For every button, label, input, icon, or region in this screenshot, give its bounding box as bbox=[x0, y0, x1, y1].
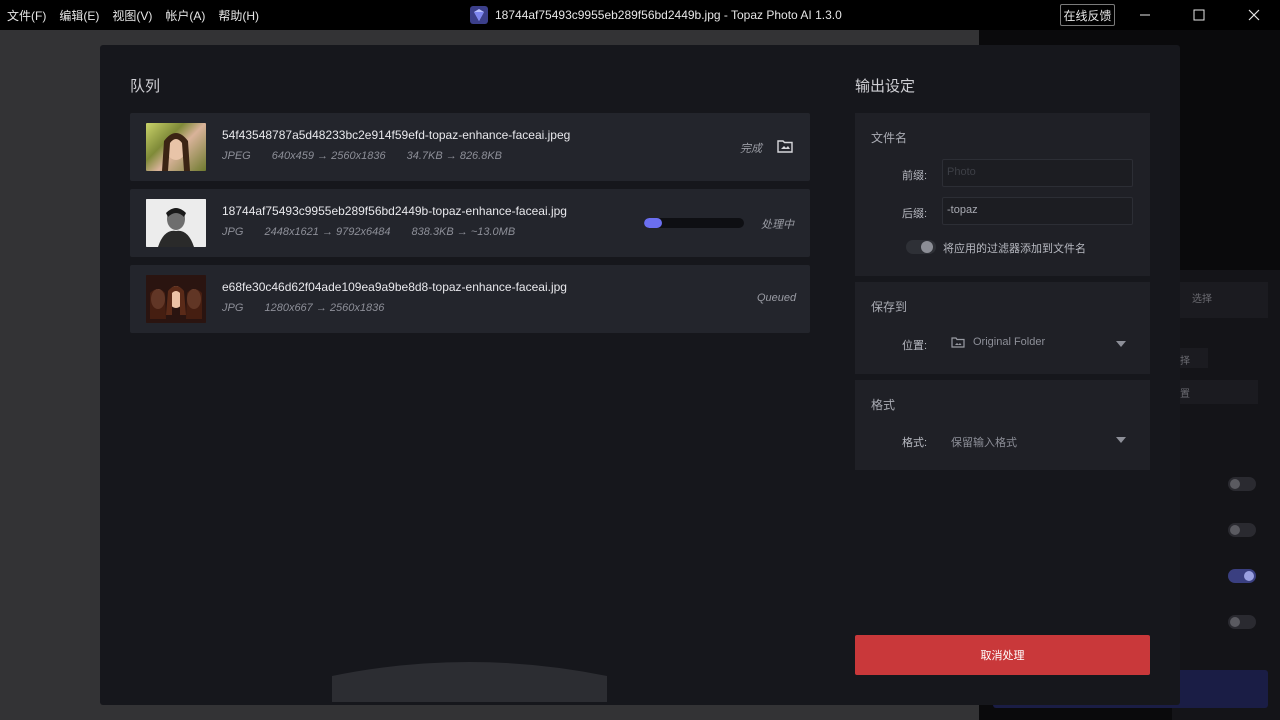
background-chip-2-label: 置 bbox=[1180, 389, 1190, 400]
queue-item: 18744af75493c9955eb289f56bd2449b-topaz-e… bbox=[130, 189, 810, 257]
portrait-thumbnail-3 bbox=[146, 275, 206, 323]
prefix-label: 前缀: bbox=[902, 170, 928, 182]
save-to-section-title: 保存到 bbox=[871, 300, 908, 314]
menu-edit[interactable]: 编辑(E) bbox=[59, 7, 99, 24]
queue-item-format: JPG bbox=[222, 226, 244, 238]
sidebar-panel-background bbox=[1172, 270, 1280, 720]
format-card: 格式 格式: 保留输入格式 bbox=[855, 380, 1150, 470]
background-toggle-1 bbox=[1228, 477, 1256, 491]
background-toggle-4 bbox=[1228, 615, 1256, 629]
queue-item-format: JPEG bbox=[222, 150, 251, 162]
background-select-row: 选择 bbox=[1172, 282, 1268, 318]
minimize-button[interactable] bbox=[1122, 0, 1168, 30]
folder-icon bbox=[951, 337, 965, 348]
progress-bar-fill bbox=[644, 218, 662, 228]
cancel-processing-button[interactable]: 取消处理 bbox=[855, 635, 1150, 675]
minimize-icon bbox=[1140, 14, 1150, 16]
queue-item-status: Queued bbox=[757, 292, 797, 304]
queue-item-filename: 54f43548787a5d48233bc2e914f59efd-topaz-e… bbox=[222, 128, 571, 142]
menu-help[interactable]: 帮助(H) bbox=[218, 7, 259, 24]
export-queue-dialog: 队列 54f43548787a5d48233bc2e914f59efd-topa… bbox=[100, 45, 1180, 705]
progress-bar bbox=[644, 218, 744, 228]
queue-item-dimensions: 640x459 → 2560x1836 bbox=[271, 150, 386, 162]
queue-item-size: 838.3KB → ~13.0MB bbox=[411, 226, 516, 238]
location-select[interactable]: Original Folder bbox=[951, 335, 1131, 349]
menu-view[interactable]: 视图(V) bbox=[112, 7, 152, 24]
queue-item-filename: e68fe30c46d62f04ade109ea9a9be8d8-topaz-e… bbox=[222, 280, 567, 294]
menu-account[interactable]: 帐户(A) bbox=[165, 7, 205, 24]
feedback-button[interactable]: 在线反馈 bbox=[1060, 4, 1115, 26]
queue-item-filename: 18744af75493c9955eb289f56bd2449b-topaz-e… bbox=[222, 204, 567, 218]
close-icon bbox=[1248, 9, 1260, 21]
filename-section-title: 文件名 bbox=[871, 131, 908, 145]
decorative-arc bbox=[332, 662, 607, 702]
queue-item-meta: JPEG 640x459 → 2560x1836 34.7KB → 826.8K… bbox=[222, 150, 520, 162]
menu-file[interactable]: 文件(F) bbox=[7, 7, 46, 24]
background-select-label: 选择 bbox=[1192, 294, 1212, 305]
format-label: 格式: bbox=[902, 437, 928, 449]
close-window-button[interactable] bbox=[1231, 0, 1277, 30]
format-value: 保留输入格式 bbox=[951, 437, 1017, 449]
queue-item-meta: JPG 2448x1621 → 9792x6484 838.3KB → ~13.… bbox=[222, 226, 533, 238]
background-chip-2: 置 bbox=[1172, 380, 1258, 404]
app-logo-icon bbox=[470, 6, 488, 24]
filename-card: 文件名 前缀: Photo 后缀: -topaz 将应用的过滤器添加到文件名 bbox=[855, 113, 1150, 276]
toggle-knob bbox=[921, 241, 933, 253]
portrait-thumbnail-1 bbox=[162, 133, 190, 171]
open-folder-icon[interactable] bbox=[776, 137, 794, 155]
menu-bar: 文件(F) 编辑(E) 视图(V) 帐户(A) 帮助(H) bbox=[0, 7, 272, 24]
thumbnail-image bbox=[146, 199, 206, 247]
queue-item: 54f43548787a5d48233bc2e914f59efd-topaz-e… bbox=[130, 113, 810, 181]
background-toggle-2 bbox=[1228, 523, 1256, 537]
location-label: 位置: bbox=[902, 340, 928, 352]
queue-item-status: 处理中 bbox=[761, 219, 794, 231]
queue-title: 队列 bbox=[130, 78, 161, 95]
queue-item-meta: JPG 1280x667 → 2560x1836 bbox=[222, 302, 402, 314]
queue-item-format: JPG bbox=[222, 302, 244, 314]
prefix-input[interactable]: Photo bbox=[942, 159, 1133, 187]
queue-item-dimensions: 1280x667 → 2560x1836 bbox=[264, 302, 385, 314]
window-title: 18744af75493c9955eb289f56bd2449b.jpg - T… bbox=[495, 8, 842, 22]
suffix-input[interactable]: -topaz bbox=[942, 197, 1133, 225]
title-bar: 文件(F) 编辑(E) 视图(V) 帐户(A) 帮助(H) 18744af754… bbox=[0, 0, 1280, 30]
thumbnail-image bbox=[146, 275, 206, 323]
queue-item-status: 完成 bbox=[740, 143, 762, 155]
add-filters-to-filename-toggle[interactable] bbox=[906, 240, 936, 254]
portrait-thumbnail-2 bbox=[146, 199, 206, 247]
maximize-icon bbox=[1193, 9, 1205, 21]
save-to-card: 保存到 位置: Original Folder bbox=[855, 282, 1150, 374]
window-title-group: 18744af75493c9955eb289f56bd2449b.jpg - T… bbox=[470, 0, 842, 30]
maximize-button[interactable] bbox=[1176, 0, 1222, 30]
add-filters-to-filename-label: 将应用的过滤器添加到文件名 bbox=[943, 243, 1086, 255]
location-value: Original Folder bbox=[973, 336, 1046, 348]
queue-item-dimensions: 2448x1621 → 9792x6484 bbox=[264, 226, 391, 238]
thumbnail-image bbox=[146, 123, 206, 171]
suffix-label: 后缀: bbox=[902, 208, 928, 220]
background-chip-1-label: 择 bbox=[1180, 356, 1190, 367]
background-toggle-3 bbox=[1228, 569, 1256, 583]
format-section-title: 格式 bbox=[871, 398, 896, 412]
chevron-down-icon bbox=[1116, 437, 1126, 443]
queue-item: e68fe30c46d62f04ade109ea9a9be8d8-topaz-e… bbox=[130, 265, 810, 333]
output-settings-title: 输出设定 bbox=[855, 78, 916, 95]
queue-item-size: 34.7KB → 826.8KB bbox=[406, 150, 503, 162]
format-select[interactable]: 保留输入格式 bbox=[951, 434, 1131, 450]
chevron-down-icon bbox=[1116, 341, 1126, 347]
